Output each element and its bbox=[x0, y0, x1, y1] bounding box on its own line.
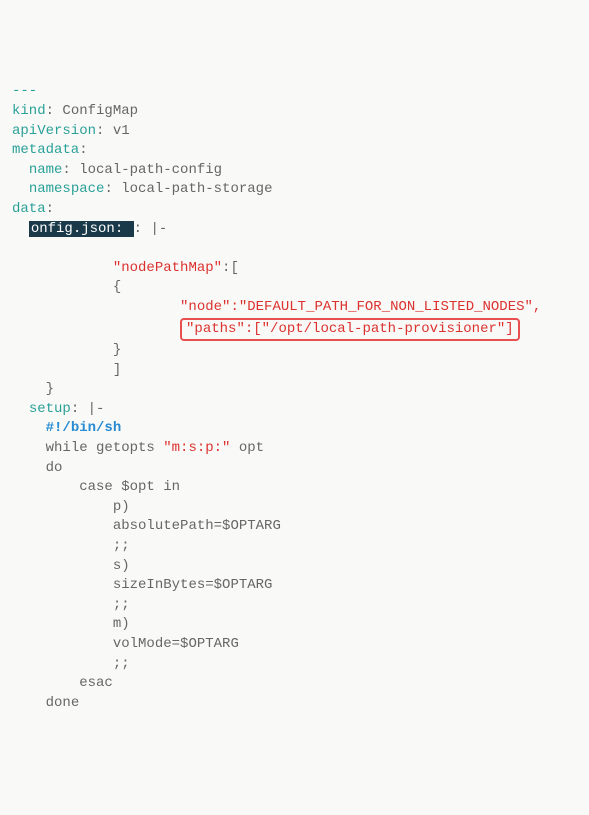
paths-line: "paths":["/opt/local-path-provisioner"] bbox=[186, 321, 514, 337]
semicolons-1: ;; bbox=[113, 538, 130, 554]
config-json-highlighted: onfig.json: bbox=[29, 221, 134, 237]
shebang-line: #!/bin/sh bbox=[46, 420, 122, 436]
outer-brace-close: } bbox=[46, 381, 54, 397]
nodepathmap-bracket: :[ bbox=[222, 260, 239, 276]
absolutepath-line: absolutePath=$OPTARG bbox=[113, 518, 281, 534]
while-pre: while getopts bbox=[46, 440, 164, 456]
case-line: case $opt in bbox=[79, 479, 180, 495]
json-brace-close: } bbox=[113, 342, 121, 358]
json-brace-open: { bbox=[113, 279, 121, 295]
config-json-prefix: : bbox=[115, 221, 132, 237]
while-post: opt bbox=[230, 440, 264, 456]
done-keyword: done bbox=[46, 695, 80, 711]
config-json-pipe: : |- bbox=[134, 221, 168, 237]
getopts-arg: "m:s:p:" bbox=[163, 440, 230, 456]
metadata-key: metadata bbox=[12, 142, 79, 158]
data-colon: : bbox=[46, 201, 54, 217]
sizeinbytes-line: sizeInBytes=$OPTARG bbox=[113, 577, 273, 593]
node-value: :"DEFAULT_PATH_FOR_NON_LISTED_NODES", bbox=[230, 299, 541, 315]
nodepathmap-key: "nodePathMap" bbox=[113, 260, 222, 276]
namespace-value: : local-path-storage bbox=[104, 181, 272, 197]
volmode-line: volMode=$OPTARG bbox=[113, 636, 239, 652]
setup-pipe: : |- bbox=[71, 401, 105, 417]
apiversion-value: : v1 bbox=[96, 123, 130, 139]
esac-keyword: esac bbox=[79, 675, 113, 691]
node-key: "node" bbox=[180, 299, 230, 315]
kind-value: : ConfigMap bbox=[46, 103, 138, 119]
data-key: data bbox=[12, 201, 46, 217]
setup-key: setup bbox=[29, 401, 71, 417]
name-key: name bbox=[29, 162, 63, 178]
m-case: m) bbox=[113, 616, 130, 632]
semicolons-2: ;; bbox=[113, 597, 130, 613]
kind-key: kind bbox=[12, 103, 46, 119]
json-bracket-close: ] bbox=[113, 362, 121, 378]
semicolons-3: ;; bbox=[113, 656, 130, 672]
paths-highlighted-box: "paths":["/opt/local-path-provisioner"] bbox=[180, 318, 520, 342]
metadata-colon: : bbox=[79, 142, 87, 158]
namespace-key: namespace bbox=[29, 181, 105, 197]
apiversion-key: apiVersion bbox=[12, 123, 96, 139]
s-case: s) bbox=[113, 558, 130, 574]
code-block: --- kind: ConfigMap apiVersion: v1 metad… bbox=[12, 82, 577, 713]
yaml-doc-separator: --- bbox=[12, 83, 37, 99]
name-value: : local-path-config bbox=[62, 162, 222, 178]
do-keyword: do bbox=[46, 460, 63, 476]
